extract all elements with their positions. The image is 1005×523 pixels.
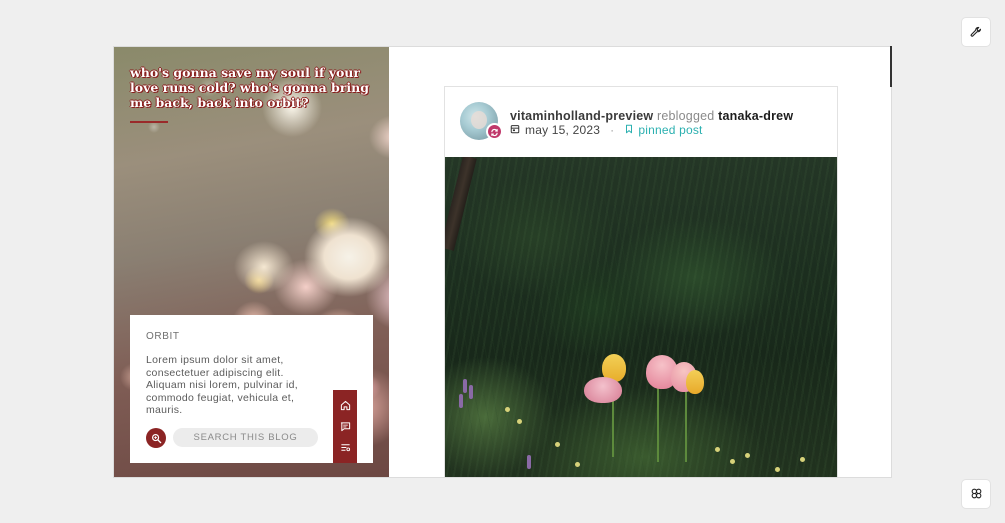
sidebar: who's gonna save my soul if your love ru… <box>114 47 389 477</box>
post-card: vitaminholland-preview reblogged tanaka-… <box>444 86 838 477</box>
photo-wildflower <box>730 459 735 464</box>
photo-wildflower <box>555 442 560 447</box>
post-header: vitaminholland-preview reblogged tanaka-… <box>445 87 837 157</box>
nav-home-button[interactable] <box>336 397 354 415</box>
photo-stem <box>657 382 659 462</box>
pinned-label: pinned post <box>638 123 703 137</box>
blog-info-card: ORBIT Lorem ipsum dolor sit amet, consec… <box>130 315 373 463</box>
search-icon <box>151 429 162 448</box>
list-settings-icon <box>340 438 351 457</box>
photo-wildflower <box>505 407 510 412</box>
reblog-line: vitaminholland-preview reblogged tanaka-… <box>510 109 793 123</box>
scrollbar[interactable] <box>890 46 892 87</box>
photo-wildflower <box>800 457 805 462</box>
photo-wildflower <box>715 447 720 452</box>
blog-description: Lorem ipsum dolor sit amet, consectetuer… <box>146 354 298 416</box>
post-date[interactable]: may 15, 2023 <box>525 123 600 137</box>
nav-bar <box>333 390 357 463</box>
blog-title: ORBIT <box>146 331 180 342</box>
post-meta: may 15, 2023 · pinned post <box>510 123 703 137</box>
nav-list-button[interactable] <box>336 438 354 456</box>
calendar-icon <box>510 123 520 137</box>
nav-message-button[interactable] <box>336 418 354 436</box>
message-icon <box>340 417 351 436</box>
photo-lavender <box>469 385 473 399</box>
meta-separator: · <box>610 123 615 137</box>
photo-lavender <box>527 455 531 469</box>
photo-lavender <box>459 394 463 408</box>
blog-frame: who's gonna save my soul if your love ru… <box>113 46 892 478</box>
photo-trunk <box>445 157 477 251</box>
photo-wildflower <box>517 419 522 424</box>
reblog-badge <box>486 123 503 140</box>
sidebar-quote: who's gonna save my soul if your love ru… <box>130 65 369 110</box>
photo-wildflower <box>745 453 750 458</box>
post-photo <box>445 157 837 477</box>
photo-tulip <box>686 370 704 394</box>
theme-settings-icon <box>970 485 983 504</box>
pinned-indicator: pinned post <box>624 123 702 137</box>
reblog-action: reblogged <box>657 109 715 123</box>
reblogger-link[interactable]: vitaminholland-preview <box>510 109 653 123</box>
theme-settings-button[interactable] <box>962 480 990 508</box>
photo-lavender <box>463 379 467 393</box>
home-icon <box>340 396 351 415</box>
wrench-icon <box>970 23 982 42</box>
photo-wildflower <box>575 462 580 467</box>
search-input[interactable] <box>173 428 318 447</box>
quote-divider <box>130 121 168 123</box>
bookmark-icon <box>624 123 634 137</box>
search-button[interactable] <box>146 428 166 448</box>
original-author-link[interactable]: tanaka-drew <box>718 109 793 123</box>
photo-wildflower <box>775 467 780 472</box>
photo-stem <box>685 382 687 462</box>
photo-tulip <box>584 377 622 403</box>
reblog-icon <box>490 122 499 141</box>
customize-button[interactable] <box>962 18 990 46</box>
